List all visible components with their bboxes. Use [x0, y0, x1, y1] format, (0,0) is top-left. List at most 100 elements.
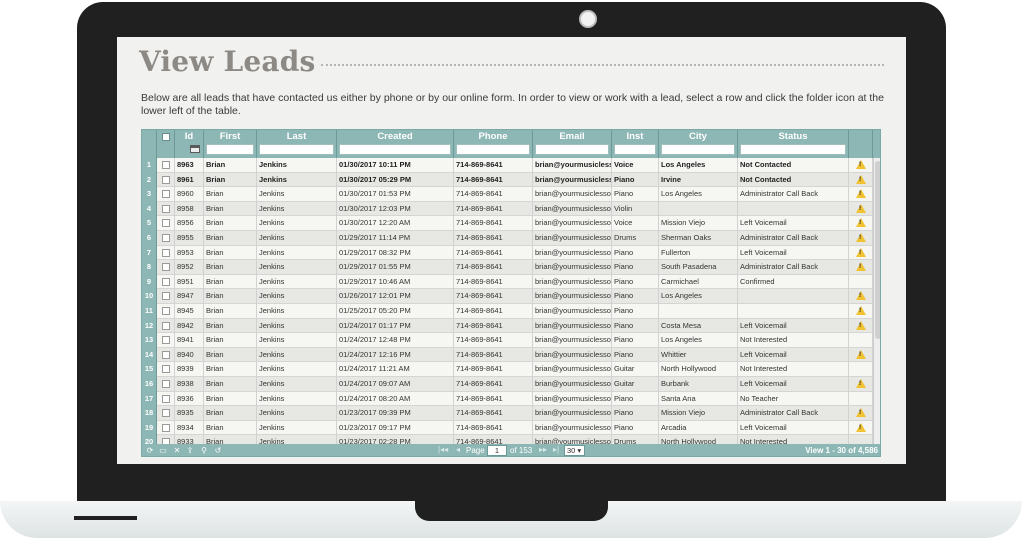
cell-email: brian@yourmusiclessons.com	[533, 333, 612, 348]
row-checkbox[interactable]	[161, 263, 170, 272]
prev-page-button[interactable]: ◂	[456, 445, 460, 454]
filter-input-city[interactable]	[661, 144, 735, 155]
filter-input-inst[interactable]	[614, 144, 656, 155]
table-row[interactable]: 7 8953 Brian Jenkins 01/29/2017 08:32 PM 714-…	[142, 245, 880, 261]
page-input[interactable]: 1	[487, 445, 507, 456]
row-flag-cell	[849, 289, 873, 304]
filter-input-last[interactable]	[259, 144, 334, 155]
column-label[interactable]: First	[204, 131, 256, 142]
filter-input-first[interactable]	[206, 144, 254, 155]
cell-id: 8955	[175, 231, 204, 246]
cell-email: brian@yourmusiclessons.com	[533, 347, 612, 363]
warning-icon	[855, 306, 866, 315]
table-row[interactable]: 2 8961 Brian Jenkins 01/30/2017 05:29 PM 714-…	[142, 172, 880, 188]
row-checkbox[interactable]	[161, 190, 170, 199]
column-label[interactable]: Inst	[612, 131, 658, 142]
row-checkbox[interactable]	[161, 321, 170, 330]
column-label[interactable]: Email	[533, 131, 611, 142]
row-number: 19	[142, 420, 157, 436]
filter-input-created[interactable]	[339, 144, 451, 155]
cell-last: Jenkins	[257, 318, 337, 334]
row-select-cell	[157, 245, 175, 261]
column-header-first: First	[204, 130, 257, 158]
table-row[interactable]: 18 8935 Brian Jenkins 01/23/2017 09:39 PM 714…	[142, 406, 880, 421]
cell-phone: 714-869-8641	[454, 231, 533, 246]
rows-per-page-select[interactable]: 30 ▾	[564, 445, 585, 456]
table-row[interactable]: 13 8941 Brian Jenkins 01/24/2017 12:48 PM 714…	[142, 333, 880, 348]
table-row[interactable]: 16 8938 Brian Jenkins 01/24/2017 09:07 AM 714…	[142, 377, 880, 392]
cell-city: Los Angeles	[659, 289, 738, 304]
reset-icon[interactable]: ↺	[213, 446, 223, 456]
cell-email: brian@yourmusiclessons.com	[533, 362, 612, 377]
grid-body[interactable]: 1 8963 Brian Jenkins 01/30/2017 10:11 PM 714-…	[142, 158, 880, 444]
row-select-cell	[157, 420, 175, 436]
table-row[interactable]: 10 8947 Brian Jenkins 01/26/2017 12:01 PM 714…	[142, 289, 880, 304]
row-flag-cell	[849, 347, 873, 363]
delete-icon[interactable]: ✕	[172, 446, 182, 456]
row-checkbox[interactable]	[161, 336, 170, 345]
folder-icon[interactable]: ▭	[158, 446, 168, 456]
table-row[interactable]: 14 8940 Brian Jenkins 01/24/2017 12:16 PM 714…	[142, 347, 880, 363]
last-page-button[interactable]: ▸|	[553, 445, 559, 454]
cell-phone: 714-869-8641	[454, 333, 533, 348]
filter-input-email[interactable]	[535, 144, 609, 155]
first-page-button[interactable]: |◂◂	[438, 445, 448, 454]
row-checkbox[interactable]	[161, 307, 170, 315]
table-row[interactable]: 15 8939 Brian Jenkins 01/24/2017 11:21 AM 714…	[142, 362, 880, 377]
scrollbar-thumb[interactable]	[875, 161, 880, 339]
table-row[interactable]: 11 8945 Brian Jenkins 01/25/2017 05:20 PM 714…	[142, 304, 880, 319]
table-row[interactable]: 19 8934 Brian Jenkins 01/23/2017 09:17 PM 714…	[142, 420, 880, 436]
row-checkbox[interactable]	[161, 350, 170, 359]
leads-grid: Id First Last Created Phone Email Inst City Stat…	[141, 129, 881, 457]
cell-created: 01/30/2017 12:03 PM	[337, 201, 454, 217]
row-select-cell	[157, 362, 175, 377]
column-label[interactable]: City	[659, 131, 737, 142]
calendar-icon[interactable]	[190, 145, 200, 153]
row-select-cell	[157, 187, 175, 202]
row-checkbox[interactable]	[161, 234, 170, 242]
cell-created: 01/30/2017 10:11 PM	[337, 158, 454, 173]
cell-first: Brian	[204, 362, 257, 377]
table-row[interactable]: 12 8942 Brian Jenkins 01/24/2017 01:17 PM 714…	[142, 318, 880, 334]
table-row[interactable]: 6 8955 Brian Jenkins 01/29/2017 11:14 PM 714-…	[142, 231, 880, 246]
cell-last: Jenkins	[257, 391, 337, 407]
row-checkbox[interactable]	[161, 175, 170, 184]
vertical-scrollbar[interactable]	[873, 158, 880, 444]
row-checkbox[interactable]	[161, 423, 170, 432]
column-label[interactable]: Last	[257, 131, 336, 142]
table-row[interactable]: 17 8936 Brian Jenkins 01/24/2017 08:20 AM 714…	[142, 391, 880, 407]
cell-status	[738, 304, 849, 319]
search-icon[interactable]: ⚲	[199, 446, 209, 456]
row-checkbox[interactable]	[161, 409, 170, 418]
row-checkbox[interactable]	[161, 161, 170, 169]
filter-input-phone[interactable]	[456, 144, 530, 155]
column-label[interactable]: Status	[738, 131, 848, 142]
table-row[interactable]: 20 8933 Brian Jenkins 01/23/2017 02:28 PM 714…	[142, 435, 880, 444]
table-row[interactable]: 4 8958 Brian Jenkins 01/30/2017 12:03 PM 714-…	[142, 201, 880, 217]
select-all-checkbox[interactable]	[161, 133, 170, 141]
table-row[interactable]: 1 8963 Brian Jenkins 01/30/2017 10:11 PM 714-…	[142, 158, 880, 173]
row-checkbox[interactable]	[161, 365, 170, 374]
table-row[interactable]: 8 8952 Brian Jenkins 01/29/2017 01:55 PM 714-…	[142, 260, 880, 275]
filter-input-status[interactable]	[740, 144, 846, 155]
cell-created: 01/24/2017 01:17 PM	[337, 318, 454, 334]
row-checkbox[interactable]	[161, 292, 170, 301]
export-icon[interactable]: ⇪	[185, 446, 195, 456]
next-page-button[interactable]: ▸▸	[539, 445, 547, 454]
column-label[interactable]: Id	[175, 131, 203, 142]
row-checkbox[interactable]	[161, 219, 170, 228]
cell-first: Brian	[204, 304, 257, 319]
row-checkbox[interactable]	[161, 394, 170, 403]
table-row[interactable]: 5 8956 Brian Jenkins 01/30/2017 12:20 AM 714-…	[142, 216, 880, 231]
row-checkbox[interactable]	[161, 248, 170, 257]
row-checkbox[interactable]	[161, 204, 170, 213]
table-row[interactable]: 9 8951 Brian Jenkins 01/29/2017 10:46 AM 714-…	[142, 274, 880, 290]
row-checkbox[interactable]	[161, 380, 170, 388]
row-checkbox[interactable]	[161, 277, 170, 286]
table-row[interactable]: 3 8960 Brian Jenkins 01/30/2017 01:53 PM 714-…	[142, 187, 880, 202]
column-label[interactable]: Created	[337, 131, 453, 142]
cell-id: 8963	[175, 158, 204, 173]
refresh-icon[interactable]: ⟳	[145, 446, 155, 456]
column-label[interactable]: Phone	[454, 131, 532, 142]
cell-id: 8935	[175, 406, 204, 421]
